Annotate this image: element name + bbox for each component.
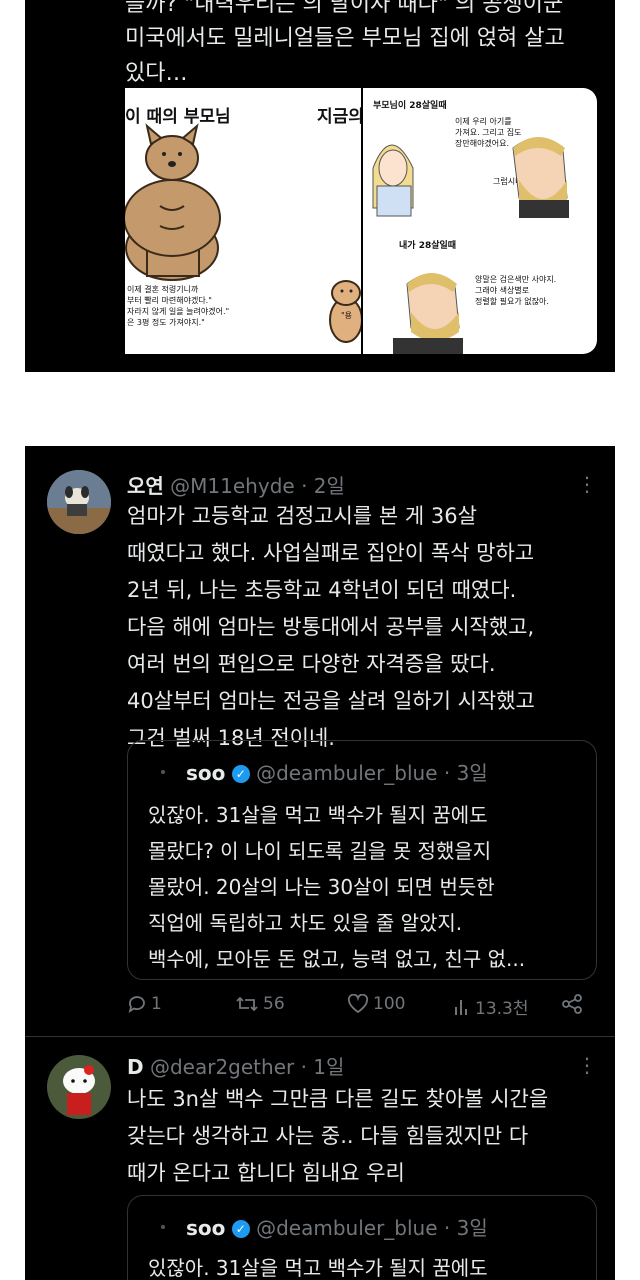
tweet-actions: 1 56 100 13.3천: [127, 994, 597, 1024]
retweet-count: 56: [263, 994, 285, 1014]
display-name[interactable]: 오연: [127, 474, 164, 498]
reply-icon: [128, 996, 145, 1013]
handle[interactable]: @M11ehyde: [170, 474, 295, 498]
timestamp[interactable]: · 2일: [301, 474, 345, 498]
quoted-display-name: soo: [186, 761, 226, 785]
share-button[interactable]: [561, 994, 583, 1014]
quoted-timestamp: · 3일: [443, 1216, 488, 1240]
feed-panel: 오연 @M11ehyde · 2일 ⋮ 엄마가 고등학교 검정고시를 본 게 3…: [25, 446, 615, 1280]
verified-badge-icon: ✓: [231, 1220, 250, 1238]
quoted-tweet-header: soo ✓ @deambuler_blue · 3일: [186, 757, 488, 786]
views-count: 13.3천: [475, 999, 529, 1019]
display-name[interactable]: D: [127, 1055, 144, 1079]
quote-avatar-icon: [161, 1225, 165, 1229]
tweet-text: 엄마가 고등학교 검정고시를 본 게 36살 때였다고 했다. 사업실패로 집안…: [127, 504, 535, 750]
avatar[interactable]: [47, 1055, 111, 1119]
retweet-button[interactable]: 56: [235, 994, 285, 1014]
more-icon[interactable]: ⋮: [577, 472, 597, 496]
avatar-image: [47, 1055, 111, 1119]
meme-left-speech-right: "용: [341, 311, 353, 320]
handle[interactable]: @dear2gether: [150, 1055, 294, 1079]
avatar[interactable]: [47, 470, 111, 534]
like-button[interactable]: 100: [347, 994, 405, 1014]
like-count: 100: [373, 994, 406, 1014]
tweet-card-2[interactable]: D @dear2gether · 1일 ⋮ 나도 3n살 백수 그만큼 다른 길…: [25, 1037, 615, 1280]
meme-image-right[interactable]: 부모님이 28살일때 이제 우리 아기를 가져요. 그리고 집도 장만해야겠어요…: [363, 88, 597, 354]
quoted-tweet[interactable]: soo ✓ @deambuler_blue · 3일 있잖아. 31살을 먹고 …: [127, 1195, 597, 1280]
quote-avatar-icon: [161, 770, 165, 774]
quoted-handle: @deambuler_blue: [256, 761, 438, 785]
tweet-card-1[interactable]: 오연 @M11ehyde · 2일 ⋮ 엄마가 고등학교 검정고시를 본 게 3…: [25, 446, 615, 1036]
top-tweet-line-1: 을까? "내력우리는 의 달이자 때다" 의 공생이군: [125, 0, 564, 17]
reply-button[interactable]: 1: [127, 994, 162, 1014]
quoted-display-name: soo: [186, 1216, 226, 1240]
meme-left-speech: 이제 결혼 적령기니까 부터 빨리 마련해야겠다." 자라지 않게 일을 늘려야…: [127, 285, 230, 327]
attached-images[interactable]: 이 때의 부모님 지금의 이제 결혼 적령기니까 부터 빨리 마련해야겠다." …: [125, 88, 597, 354]
quoted-tweet-text: 있잖아. 31살을 먹고 백수가 될지 꿈에도 몰랐다? 이 나이 되도록 길을…: [148, 803, 526, 971]
meme-image-left[interactable]: 이 때의 부모님 지금의 이제 결혼 적령기니까 부터 빨리 마련해야겠다." …: [125, 88, 361, 354]
top-tweet-line-2: 미국에서도 밀레니얼들은 부모님 집에 얹혀 살고: [125, 26, 565, 51]
top-tweet-line-3: 있다…: [125, 61, 188, 86]
verified-badge-icon: ✓: [231, 765, 250, 783]
timestamp[interactable]: · 1일: [301, 1055, 345, 1079]
views-button[interactable]: 13.3천: [453, 994, 529, 1019]
quoted-tweet-text: 있잖아. 31살을 먹고 백수가 될지 꿈에도: [148, 1256, 488, 1280]
tweet-header: 오연 @M11ehyde · 2일: [127, 470, 345, 499]
top-tweet-panel: 을까? "내력우리는 의 달이자 때다" 의 공생이군 미국에서도 밀레니얼들은…: [25, 0, 615, 372]
quoted-tweet-header: soo ✓ @deambuler_blue · 3일: [186, 1212, 488, 1241]
tweet-header: D @dear2gether · 1일: [127, 1051, 344, 1080]
reply-count: 1: [151, 994, 162, 1014]
tweet-text: 나도 3n살 백수 그만큼 다른 길도 찾아볼 시간을 갖는다 생각하고 사는 …: [127, 1087, 549, 1185]
wojak-illustrations: [372, 137, 569, 354]
share-icon: [562, 994, 582, 1014]
avatar-image: [47, 470, 111, 534]
more-icon[interactable]: ⋮: [577, 1053, 597, 1077]
like-icon: [347, 994, 369, 1014]
retweet-icon: [236, 996, 258, 1012]
quoted-timestamp: · 3일: [443, 761, 488, 785]
quoted-handle: @deambuler_blue: [256, 1216, 438, 1240]
views-icon: [455, 999, 467, 1015]
quoted-tweet[interactable]: soo ✓ @deambuler_blue · 3일 있잖아. 31살을 먹고 …: [127, 740, 597, 980]
